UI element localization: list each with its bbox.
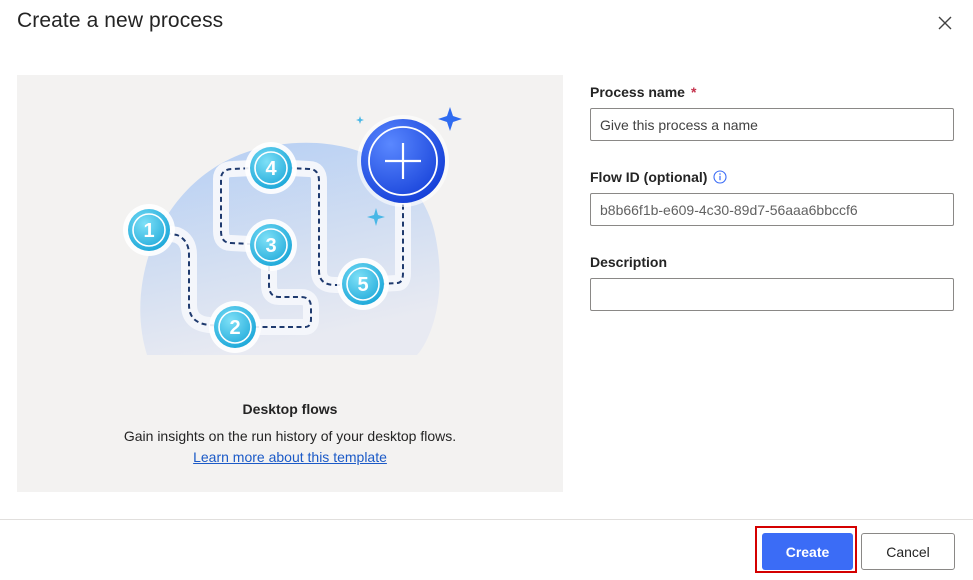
template-preview-panel: 1 2 3 4 5 Desktop flows Gain insights on… bbox=[17, 75, 563, 492]
close-button[interactable] bbox=[932, 10, 958, 36]
flow-id-label: Flow ID (optional) bbox=[590, 169, 727, 185]
close-icon bbox=[938, 16, 952, 30]
step-label-2: 2 bbox=[229, 317, 240, 339]
learn-more-link[interactable]: Learn more about this template bbox=[193, 449, 387, 465]
info-icon[interactable] bbox=[713, 170, 727, 184]
create-button[interactable]: Create bbox=[762, 533, 853, 570]
plus-icon bbox=[357, 115, 449, 207]
step-label-4: 4 bbox=[265, 158, 277, 180]
process-name-label: Process name * bbox=[590, 84, 697, 100]
template-description: Gain insights on the run history of your… bbox=[123, 428, 457, 444]
required-marker: * bbox=[690, 84, 697, 100]
step-label-3: 3 bbox=[265, 235, 276, 257]
description-label: Description bbox=[590, 254, 668, 270]
footer-divider bbox=[0, 519, 973, 520]
flow-id-input[interactable] bbox=[590, 193, 954, 226]
cancel-button[interactable]: Cancel bbox=[861, 533, 955, 570]
description-input[interactable] bbox=[590, 278, 954, 311]
sparkle-icon bbox=[438, 107, 462, 131]
desktop-flows-illustration: 1 2 3 4 5 bbox=[123, 107, 462, 355]
dialog-title: Create a new process bbox=[17, 9, 224, 32]
process-name-input[interactable] bbox=[590, 108, 954, 141]
step-label-5: 5 bbox=[357, 274, 368, 296]
template-title: Desktop flows bbox=[242, 401, 338, 417]
step-label-1: 1 bbox=[143, 220, 154, 242]
sparkle-icon bbox=[356, 116, 364, 124]
